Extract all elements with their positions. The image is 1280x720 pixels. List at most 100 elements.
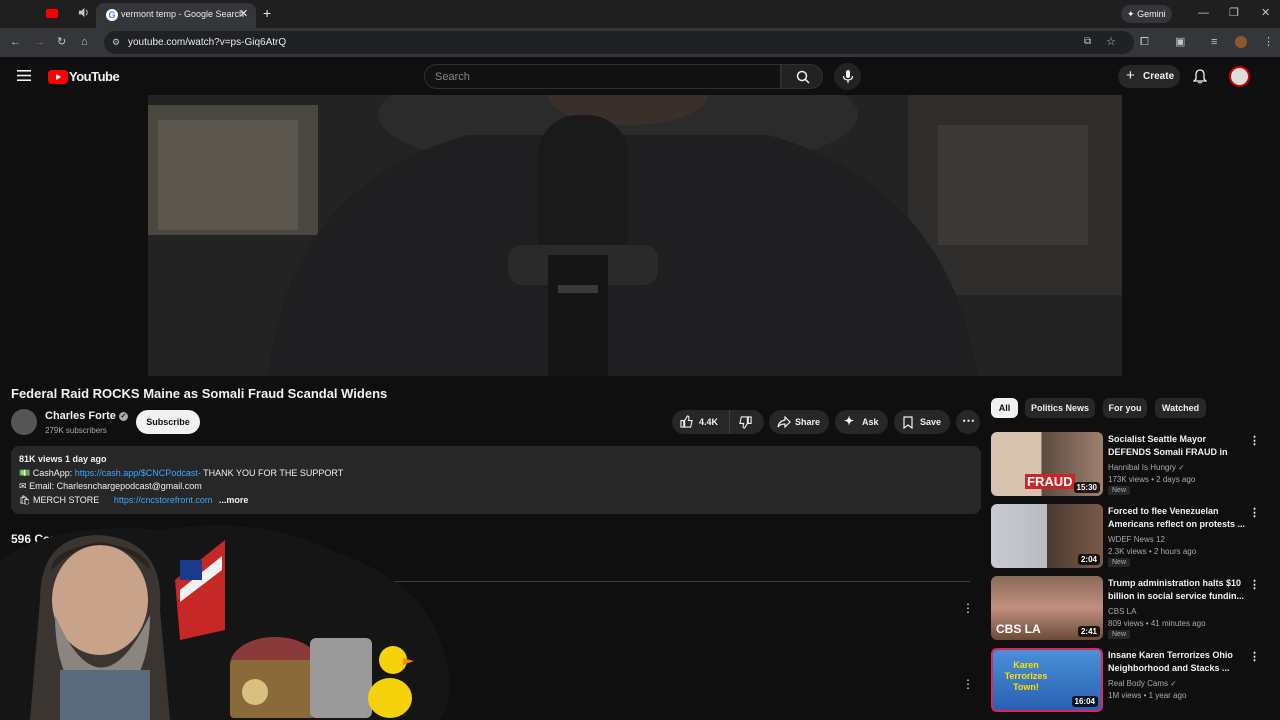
share-button[interactable]: Share xyxy=(769,410,829,434)
back-icon[interactable]: ← xyxy=(10,36,21,48)
save-button[interactable]: Save xyxy=(894,410,950,434)
youtube-header: YouTube Search + Create xyxy=(0,57,1280,95)
search-placeholder: Search xyxy=(435,71,470,83)
channel-name[interactable]: CBS LA xyxy=(1108,607,1136,616)
gemini-button[interactable]: ✦ Gemini xyxy=(1121,5,1172,23)
video-duration: 2:41 xyxy=(1077,626,1100,637)
save-label: Save xyxy=(920,417,942,427)
account-avatar[interactable] xyxy=(1229,66,1250,87)
recommended-video[interactable]: CBS LA 2:41 Trump administration halts $… xyxy=(991,576,1271,640)
like-count: 4.4K xyxy=(699,417,719,427)
channel-name[interactable]: Real Body Cams ✓ xyxy=(1108,679,1177,688)
new-tab-button[interactable]: + xyxy=(263,5,271,21)
video-title: Federal Raid ROCKS Maine as Somali Fraud… xyxy=(11,386,388,401)
comment-options-icon[interactable]: ⋮ xyxy=(962,601,974,615)
gemini-icon: ✦ xyxy=(1127,9,1135,19)
video-title[interactable]: Trump administration halts $10 billion i… xyxy=(1108,577,1248,603)
recommended-video[interactable]: FRAUD 15:30 Socialist Seattle Mayor DEFE… xyxy=(991,432,1271,496)
profile-icon[interactable] xyxy=(1235,36,1247,48)
more-options-icon[interactable]: ⋮ xyxy=(1249,650,1260,663)
search-input[interactable]: Search xyxy=(424,64,781,89)
gemini-label: Gemini xyxy=(1137,9,1166,19)
video-player[interactable] xyxy=(148,95,1122,376)
video-thumbnail[interactable]: CBS LA 2:41 xyxy=(991,576,1103,640)
restore-icon[interactable]: ❐ xyxy=(1229,7,1239,19)
home-icon[interactable]: ⌂ xyxy=(81,36,88,48)
thumbs-down-icon xyxy=(739,416,752,429)
like-dislike-group: 4.4K xyxy=(672,410,764,434)
channel-name-text: Real Body Cams xyxy=(1108,679,1169,688)
reload-icon[interactable]: ↻ xyxy=(57,36,66,48)
recommended-video[interactable]: Karen Terrorizes Town! 16:04 Insane Kare… xyxy=(991,648,1271,712)
thumbnail-text: FRAUD xyxy=(1025,474,1075,489)
video-meta: 2.3K views • 2 hours ago xyxy=(1108,547,1197,556)
chip-watched[interactable]: Watched xyxy=(1155,398,1206,418)
channel-name-text: Hannibal Is Hungry xyxy=(1108,463,1177,472)
bookmark-icon xyxy=(903,416,913,429)
cashapp-label: CashApp: xyxy=(32,468,75,478)
channel-name[interactable]: WDEF News 12 xyxy=(1108,535,1165,544)
tab-close-icon[interactable]: ✕ xyxy=(239,7,248,20)
minimize-icon[interactable]: — xyxy=(1198,7,1209,19)
chip-for-you[interactable]: For you xyxy=(1103,398,1147,418)
sparkle-icon: ✦ xyxy=(844,414,855,428)
chip-all[interactable]: All xyxy=(991,398,1018,418)
show-more-link[interactable]: ...more xyxy=(219,495,249,505)
channel-name-text: Charles Forte xyxy=(45,410,116,422)
recommended-video[interactable]: 2:04 Forced to flee Venezuelan Americans… xyxy=(991,504,1271,568)
search-button[interactable] xyxy=(781,64,823,89)
channel-name[interactable]: Hannibal Is Hungry ✓ xyxy=(1108,463,1185,472)
video-title[interactable]: Forced to flee Venezuelan Americans refl… xyxy=(1108,505,1248,531)
video-thumbnail[interactable]: 2:04 xyxy=(991,504,1103,568)
browser-tab-active[interactable]: G vermont temp - Google Search ✕ xyxy=(96,3,256,28)
url-text[interactable]: youtube.com/watch?v=ps-Giq6AtrQ xyxy=(128,37,286,48)
ask-button[interactable]: ✦ Ask xyxy=(835,410,888,434)
notifications-bell-icon[interactable] xyxy=(1193,69,1207,84)
video-title[interactable]: Insane Karen Terrorizes Ohio Neighborhoo… xyxy=(1108,649,1248,675)
chip-politics-news[interactable]: Politics News xyxy=(1025,398,1095,418)
video-title[interactable]: Socialist Seattle Mayor DEFENDS Somali F… xyxy=(1108,433,1248,459)
hamburger-menu-icon[interactable] xyxy=(17,70,31,81)
cashapp-link[interactable]: https://cash.app/$CNCPodcast- xyxy=(75,468,201,478)
media-control-icon[interactable]: ≡ xyxy=(1211,36,1217,48)
video-thumbnail[interactable]: FRAUD 15:30 xyxy=(991,432,1103,496)
channel-avatar[interactable] xyxy=(11,409,37,435)
subscribe-button[interactable]: Subscribe xyxy=(136,410,200,434)
site-info-icon[interactable]: ⚙ xyxy=(112,37,120,48)
youtube-logo-icon xyxy=(48,70,68,84)
new-badge: New xyxy=(1108,630,1131,639)
merch-label: MERCH STORE xyxy=(32,495,100,505)
create-button[interactable]: + Create xyxy=(1118,65,1180,88)
new-badge: New xyxy=(1108,558,1131,567)
install-app-icon[interactable]: ⧉ xyxy=(1084,36,1091,47)
cashapp-thanks: THANK YOU FOR THE SUPPORT xyxy=(200,468,344,478)
video-thumbnail[interactable]: Karen Terrorizes Town! 16:04 xyxy=(991,648,1103,712)
speaker-icon[interactable] xyxy=(78,7,89,18)
voice-search-button[interactable] xyxy=(834,63,861,90)
thumbs-up-icon xyxy=(680,415,693,428)
bookmark-star-icon[interactable]: ☆ xyxy=(1106,35,1116,48)
more-options-icon[interactable]: ⋮ xyxy=(1249,506,1260,519)
dislike-button[interactable] xyxy=(730,410,764,434)
thumbnail-text: CBS LA xyxy=(996,622,1041,636)
plus-icon: + xyxy=(1126,67,1135,84)
forward-icon[interactable]: → xyxy=(34,36,45,48)
chrome-menu-icon[interactable]: ⋮ xyxy=(1263,36,1274,48)
more-actions-button[interactable]: ⋯ xyxy=(956,410,980,434)
verified-badge-icon: ✓ xyxy=(1170,679,1177,688)
comment-options-icon-2[interactable]: ⋮ xyxy=(962,677,974,691)
description-box[interactable]: 81K views 1 day ago 💵 CashApp: https://c… xyxy=(11,446,981,514)
address-bar[interactable]: ⚙ youtube.com/watch?v=ps-Giq6AtrQ ⧉ ☆ xyxy=(104,31,1134,54)
youtube-logo-text: YouTube xyxy=(69,69,120,84)
close-window-icon[interactable]: ✕ xyxy=(1261,7,1270,19)
merch-link[interactable]: https://cncstorefront.com xyxy=(114,495,213,505)
channel-name[interactable]: Charles Forte ✓ xyxy=(45,410,128,422)
side-panel-icon[interactable]: ▣ xyxy=(1175,36,1185,48)
more-options-icon[interactable]: ⋮ xyxy=(1249,434,1260,447)
like-button[interactable]: 4.4K xyxy=(672,410,730,434)
youtube-tab-icon[interactable] xyxy=(46,9,58,18)
more-options-icon[interactable]: ⋮ xyxy=(1249,578,1260,591)
extensions-icon[interactable]: ⧠ xyxy=(1140,36,1149,48)
video-meta: 1M views • 1 year ago xyxy=(1108,691,1187,700)
video-duration: 16:04 xyxy=(1071,696,1098,707)
